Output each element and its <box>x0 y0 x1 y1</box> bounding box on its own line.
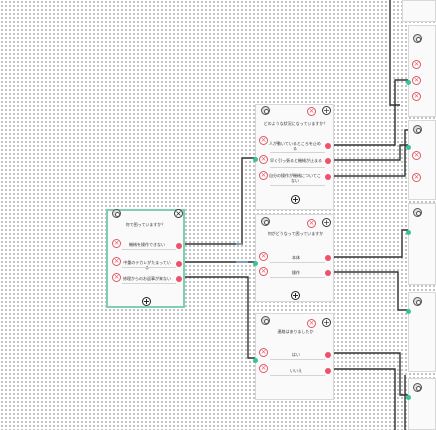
input-port[interactable] <box>253 261 258 266</box>
partial-node[interactable]: × × × <box>406 25 436 117</box>
output-port[interactable] <box>325 255 331 261</box>
wire-dust-opt1 <box>327 229 410 258</box>
divider <box>270 152 325 153</box>
input-port[interactable] <box>253 157 258 162</box>
divider <box>270 359 325 360</box>
gear-icon[interactable] <box>112 209 121 218</box>
partial-node[interactable] <box>406 203 436 285</box>
divider <box>122 267 176 268</box>
node-title: 何がどうなって困っていますか <box>267 231 324 236</box>
input-port[interactable] <box>406 80 411 85</box>
x-circle-icon[interactable]: × <box>259 267 268 276</box>
option-label[interactable]: 操作 <box>270 270 322 275</box>
divider <box>270 375 325 376</box>
root-question-node[interactable]: × 何で困っていますか？ × 機械を操作できない × 中重のテカレがたまっている… <box>106 209 185 308</box>
input-port[interactable] <box>406 309 411 314</box>
option-label[interactable]: はい <box>270 352 322 357</box>
input-port[interactable] <box>406 395 411 400</box>
option-label[interactable]: 機械を操作できない <box>122 242 172 247</box>
wire-root-to-reply <box>178 276 257 359</box>
partial-node[interactable] <box>406 292 436 372</box>
divider <box>122 249 176 250</box>
gear-icon[interactable] <box>261 217 270 226</box>
option-label[interactable]: 人が動いているところを止める <box>269 141 321 151</box>
gear-icon[interactable] <box>261 316 270 325</box>
option-label[interactable]: 修理からのお返事が来ない <box>122 276 172 281</box>
close-icon[interactable]: × <box>307 107 316 116</box>
divider <box>270 262 325 263</box>
wire-reply-opt2 <box>327 368 396 430</box>
x-circle-icon[interactable]: × <box>259 252 268 261</box>
partial-node[interactable] <box>402 0 436 22</box>
x-circle-icon[interactable]: × <box>412 60 421 69</box>
gear-icon[interactable] <box>413 34 422 43</box>
output-port[interactable] <box>176 261 182 267</box>
option-label[interactable]: 早く引っ張ると機械が止まる <box>269 158 323 163</box>
plus-icon[interactable]: + <box>322 318 331 327</box>
wire-root-to-machine <box>178 157 257 245</box>
plus-icon[interactable]: + <box>142 297 151 306</box>
x-circle-icon[interactable]: × <box>412 76 421 85</box>
flow-canvas[interactable]: × 何で困っていますか？ × 機械を操作できない × 中重のテカレがたまっている… <box>0 0 436 430</box>
plus-icon[interactable]: + <box>322 106 331 115</box>
divider <box>122 283 176 284</box>
output-port[interactable] <box>325 352 331 358</box>
wire-machine-opt2 <box>327 144 410 161</box>
wire-dust-opt2 <box>327 271 410 311</box>
divider <box>270 167 325 168</box>
x-circle-icon[interactable]: × <box>259 364 268 373</box>
close-icon[interactable]: × <box>307 219 316 228</box>
wire-reply-opt1 <box>327 352 410 396</box>
x-circle-icon[interactable]: × <box>412 151 421 160</box>
machine-question-node[interactable]: × + どのような状況になっていますか？ × 人が動いているところを止める × … <box>253 104 334 210</box>
x-circle-icon[interactable]: × <box>259 136 268 145</box>
plus-icon[interactable]: + <box>291 291 300 300</box>
dust-question-node[interactable]: × + 何がどうなって困っていますか × 本体 × 操作 + <box>253 214 334 302</box>
gear-icon[interactable] <box>261 106 270 115</box>
divider <box>270 185 325 186</box>
x-circle-icon[interactable]: × <box>259 348 268 357</box>
x-circle-icon[interactable]: × <box>112 239 121 248</box>
wire-machine-opt1 <box>327 79 410 146</box>
x-circle-icon[interactable]: × <box>259 155 268 164</box>
option-label[interactable]: いいえ <box>270 368 322 373</box>
input-port[interactable] <box>406 230 411 235</box>
option-label[interactable]: 中重のテカレがたまっている <box>122 260 172 270</box>
output-port[interactable] <box>176 276 182 282</box>
x-circle-icon[interactable]: × <box>259 171 268 180</box>
node-title: 何で困っていますか？ <box>125 222 166 227</box>
output-port[interactable] <box>325 143 331 149</box>
divider <box>270 277 325 278</box>
output-port[interactable] <box>325 270 331 276</box>
input-port[interactable] <box>406 145 411 150</box>
partial-node[interactable]: × × <box>406 120 436 200</box>
output-port[interactable] <box>176 243 182 249</box>
connection-wires <box>178 0 410 430</box>
close-icon[interactable]: × <box>307 319 316 328</box>
plus-icon[interactable]: + <box>322 218 331 227</box>
output-port[interactable] <box>325 158 331 164</box>
option-label[interactable]: 自分の操作が機械についてこない <box>269 173 321 183</box>
x-circle-icon[interactable]: × <box>412 173 421 182</box>
gear-icon[interactable] <box>413 125 422 134</box>
x-circle-icon[interactable]: × <box>412 92 421 101</box>
node-title: 連絡はありましたか <box>277 329 314 334</box>
gear-icon[interactable] <box>413 297 422 306</box>
output-port[interactable] <box>325 368 331 374</box>
input-port[interactable] <box>253 358 258 363</box>
plus-icon[interactable]: + <box>291 195 300 204</box>
gear-icon[interactable] <box>413 383 422 392</box>
partial-node[interactable] <box>406 378 436 430</box>
node-title: どのような状況になっていますか？ <box>263 121 328 126</box>
close-icon[interactable]: × <box>174 209 183 218</box>
output-port[interactable] <box>325 174 331 180</box>
wire-machine-opt3 <box>327 129 410 177</box>
option-label[interactable]: 本体 <box>270 255 322 260</box>
x-circle-icon[interactable]: × <box>112 257 121 266</box>
gear-icon[interactable] <box>413 208 422 217</box>
x-circle-icon[interactable]: × <box>112 273 121 282</box>
reply-question-node[interactable]: × + 連絡はありましたか × はい × いいえ <box>253 313 334 400</box>
